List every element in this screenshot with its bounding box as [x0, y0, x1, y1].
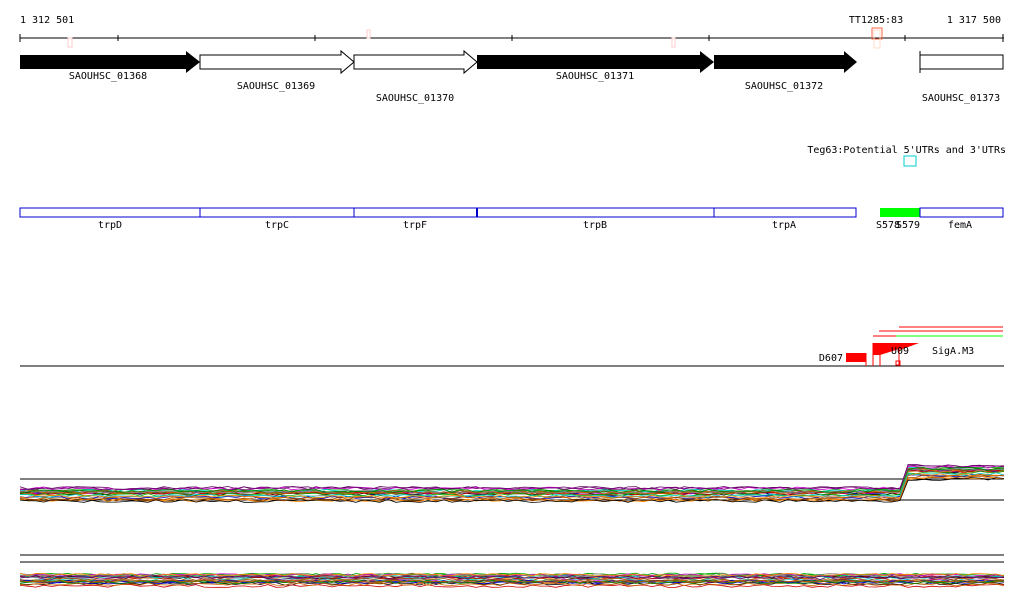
operon-label: femA [948, 220, 972, 231]
operon-label: trpC [265, 220, 289, 231]
gene-01369[interactable] [199, 49, 355, 75]
feature-label: U09 [891, 346, 909, 357]
ruler-marker-label: TT1285:83 [849, 15, 903, 26]
ruler-end: 1 317 500 [947, 15, 1001, 26]
operon-label: trpA [772, 220, 796, 231]
gene-01372[interactable] [714, 51, 857, 73]
gene-01371[interactable] [477, 51, 714, 73]
genome-browser-canvas: 1 312 501 1 317 500 TT1285:83 SAOUHSC_01… [19, 15, 1006, 588]
gene-label: SAOUHSC_01371 [556, 71, 634, 82]
feature-track: D607 U09 SigA.M3 [20, 326, 1004, 367]
fema-feature[interactable] [919, 207, 1004, 218]
ruler-start: 1 312 501 [20, 15, 74, 26]
gene-label: SAOUHSC_01373 [922, 93, 1000, 104]
gene-01370[interactable] [353, 49, 478, 75]
operon-label: S579 [896, 220, 920, 231]
coordinate-ruler: 1 312 501 1 317 500 TT1285:83 [19, 15, 1004, 49]
d607-feature[interactable] [846, 353, 866, 362]
gene-label: SAOUHSC_01368 [69, 71, 147, 82]
expression-line [19, 463, 1005, 490]
operon-track: trpD trpC trpF trpB trpA S578 S579 femA [19, 207, 1004, 231]
s578-feature[interactable] [880, 208, 920, 217]
gene-track: SAOUHSC_01368 SAOUHSC_01369 SAOUHSC_0137… [20, 49, 1004, 104]
feature-label: SigA.M3 [932, 346, 974, 357]
expression-track-1 [19, 463, 1005, 503]
gene-01373[interactable] [919, 54, 1004, 70]
utr-feature[interactable] [903, 155, 917, 167]
operon-label: trpD [98, 220, 122, 231]
utr-track-label: Teg63:Potential 5'UTRs and 3'UTRs [807, 145, 1006, 156]
operon-label: trpF [403, 220, 427, 231]
gene-01368[interactable] [20, 51, 200, 73]
gene-label: SAOUHSC_01372 [745, 81, 823, 92]
d607-label: D607 [819, 353, 843, 364]
expression-track-2 [19, 554, 1005, 588]
operon-label: trpB [583, 220, 607, 231]
gene-label: SAOUHSC_01369 [237, 81, 315, 92]
expression-line [19, 464, 1005, 491]
gene-label: SAOUHSC_01370 [376, 93, 454, 104]
